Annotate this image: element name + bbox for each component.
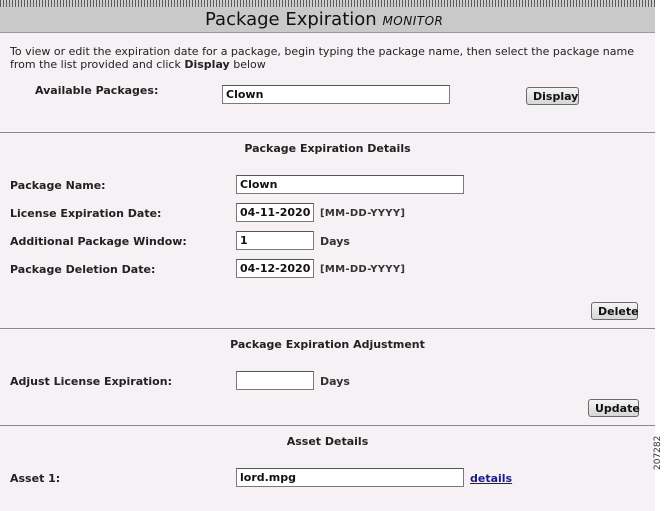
deletion-date-label: Package Deletion Date: — [10, 263, 156, 276]
delete-button[interactable]: Delete — [591, 302, 639, 320]
top-stripe — [0, 0, 655, 7]
asset-1-input[interactable] — [236, 468, 464, 487]
intro-body: To view or edit the expiration date for … — [10, 45, 634, 71]
package-expiration-page: Package Expiration MONITOR To view or ed… — [0, 0, 655, 511]
asset-section-title: Asset Details — [286, 435, 369, 448]
additional-window-label: Additional Package Window: — [10, 235, 187, 248]
deletion-date-format-hint: [MM-DD-YYYY] — [320, 264, 406, 275]
adjust-expiration-input[interactable] — [236, 371, 314, 390]
divider — [0, 132, 655, 133]
page-title-main: Package Expiration — [205, 9, 377, 30]
license-date-format-hint: [MM-DD-YYYY] — [320, 208, 406, 219]
divider — [0, 328, 655, 329]
adjust-expiration-label: Adjust License Expiration: — [10, 375, 172, 388]
page-title-subtitle: MONITOR — [382, 14, 444, 28]
update-button[interactable]: Update — [588, 399, 640, 417]
adjust-days-unit: Days — [320, 375, 350, 388]
asset-1-details-link[interactable]: details — [470, 472, 512, 485]
intro-tail: below — [229, 58, 266, 71]
deletion-date-input[interactable] — [236, 259, 314, 278]
available-packages-input[interactable] — [222, 85, 450, 104]
available-packages-label: Available Packages: — [35, 84, 159, 97]
window-days-unit: Days — [320, 235, 350, 248]
package-name-input[interactable] — [236, 175, 464, 194]
license-expiration-label: License Expiration Date: — [10, 207, 162, 220]
page-title: Package Expiration MONITOR — [205, 9, 443, 30]
license-expiration-input[interactable] — [236, 203, 314, 222]
intro-text: To view or edit the expiration date for … — [10, 45, 640, 71]
details-section-title: Package Expiration Details — [244, 142, 411, 155]
package-name-label: Package Name: — [10, 179, 106, 192]
divider — [0, 425, 655, 426]
adjustment-section-title: Package Expiration Adjustment — [230, 338, 425, 351]
figure-code: 207282 — [653, 435, 663, 470]
additional-window-input[interactable] — [236, 231, 314, 250]
asset-1-label: Asset 1: — [10, 472, 61, 485]
display-button[interactable]: Display — [526, 87, 579, 105]
title-bar: Package Expiration MONITOR — [0, 7, 655, 33]
intro-emphasis: Display — [184, 58, 230, 71]
